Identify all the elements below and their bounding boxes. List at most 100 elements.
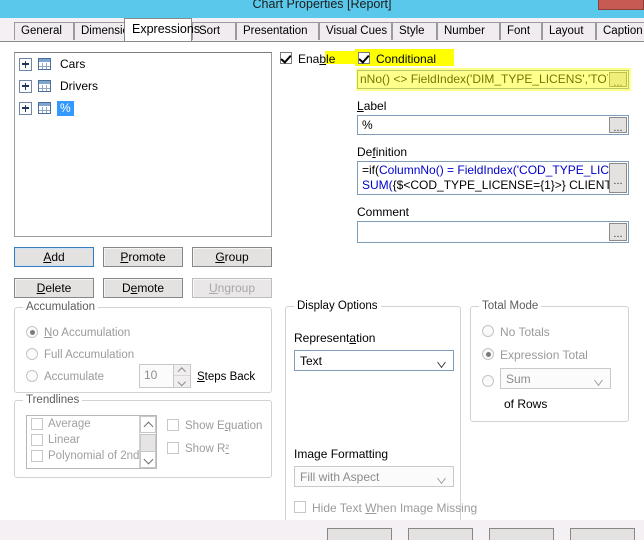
chevron-down-icon <box>595 377 604 382</box>
display-options-group: Display Options Representation Text Imag… <box>285 300 477 534</box>
label-conditional: Conditional <box>376 52 437 66</box>
demote-button[interactable]: Demote <box>103 278 183 298</box>
promote-button[interactable]: Promote <box>103 247 183 267</box>
stepper-down-icon <box>174 376 190 387</box>
cancel-button[interactable] <box>408 528 473 540</box>
close-icon[interactable] <box>598 0 644 10</box>
label-accumulate: Accumulate <box>44 371 105 383</box>
trendline-checkbox[interactable] <box>31 434 43 446</box>
trendlines-scrollbar[interactable] <box>139 416 156 468</box>
label-show-r2: Show R² <box>185 443 230 455</box>
tree-item-label: Cars <box>60 56 86 71</box>
expand-plus-icon[interactable] <box>19 57 32 71</box>
comment-field[interactable]: ... <box>357 221 629 243</box>
steps-back-value: 10 <box>144 368 158 382</box>
tab-layout[interactable]: Layout <box>542 22 596 40</box>
stepper-buttons <box>173 365 190 387</box>
accumulation-group: Accumulation No Accumulation Full Accumu… <box>14 301 272 393</box>
label-caption-label: Label <box>357 99 387 113</box>
tree-item-percent[interactable]: % <box>15 97 271 119</box>
tab-caption[interactable]: Caption <box>596 22 644 40</box>
tab-font[interactable]: Font <box>500 22 542 40</box>
radio-aggregation <box>482 375 494 387</box>
expression-tree[interactable]: Cars Drivers % <box>14 52 272 237</box>
definition-line1-body: ColumnNo() = FieldIndex('COD_TYPE_LIC <box>379 163 610 177</box>
title-bar: Chart Properties [Report] <box>0 0 644 18</box>
list-item[interactable]: Average <box>27 416 156 432</box>
group-button[interactable]: Group <box>192 247 272 267</box>
definition-ellipsis-button[interactable]: ... <box>609 163 627 193</box>
definition-line2-body: {$<COD_TYPE_LICENSE={1}>} CLIENT <box>392 178 612 192</box>
radio-expression-total <box>482 348 494 360</box>
expressions-page: Cars Drivers % Add Promote Group Delete … <box>0 41 644 534</box>
enable-checkbox[interactable] <box>280 52 292 64</box>
label-expression-total: Expression Total <box>500 348 588 362</box>
add-button[interactable]: Add <box>14 247 94 267</box>
trendlines-group-label: Trendlines <box>23 394 83 406</box>
comment-ellipsis-button[interactable]: ... <box>609 223 627 241</box>
label-ellipsis-button[interactable]: ... <box>609 117 627 134</box>
label-no-totals: No Totals <box>500 325 550 339</box>
scroll-down-icon[interactable] <box>140 451 156 468</box>
label-field[interactable]: % ... <box>357 115 629 135</box>
trendlines-list[interactable]: Average Linear Polynomial of 2nd d <box>26 415 157 469</box>
apply-button[interactable] <box>489 528 554 540</box>
total-mode-group: Total Mode No Totals Expression Total Su… <box>470 300 629 422</box>
radio-accumulate <box>26 370 38 382</box>
label-field-value: % <box>362 118 373 132</box>
tree-item-cars[interactable]: Cars <box>15 53 271 75</box>
tab-visual-cues[interactable]: Visual Cues <box>319 22 392 40</box>
label-representation: Representation <box>294 331 376 345</box>
trendline-label: Linear <box>48 434 80 446</box>
label-show-equation: Show Equation <box>185 420 263 432</box>
display-options-group-label: Display Options <box>294 300 381 312</box>
tab-number[interactable]: Number <box>437 22 500 40</box>
tree-item-label-selected: % <box>57 100 74 116</box>
tab-expressions[interactable]: Expressions <box>124 18 200 41</box>
chart-properties-dialog: Chart Properties [Report] General Dimens… <box>0 0 644 540</box>
conditional-expression-field[interactable]: nNo() <> FieldIndex('DIM_TYPE_LICENS','T… <box>357 70 629 89</box>
representation-dropdown[interactable]: Text <box>294 350 454 371</box>
delete-button[interactable]: Delete <box>14 278 94 298</box>
tab-presentation[interactable]: Presentation <box>236 22 319 40</box>
radio-full-accumulation <box>26 348 38 360</box>
tab-general[interactable]: General <box>14 22 74 40</box>
aggregation-value: Sum <box>506 372 531 386</box>
show-r2-checkbox <box>167 442 179 454</box>
tree-item-label: Drivers <box>60 78 98 93</box>
trendline-checkbox[interactable] <box>31 450 43 462</box>
help-button[interactable] <box>570 528 635 540</box>
accumulation-group-label: Accumulation <box>23 301 99 313</box>
list-item[interactable]: Polynomial of 2nd d <box>27 448 156 464</box>
label-of-rows: of Rows <box>504 397 548 411</box>
conditional-ellipsis-button[interactable]: ... <box>609 72 627 89</box>
ok-button[interactable] <box>327 528 392 540</box>
stepper-up-icon <box>174 365 190 376</box>
expand-plus-icon[interactable] <box>19 79 32 93</box>
expand-plus-icon[interactable] <box>19 101 32 115</box>
label-hide-text: Hide Text When Image Missing <box>312 501 478 515</box>
conditional-checkbox[interactable] <box>358 52 370 64</box>
definition-line2-prefix: SUM( <box>362 178 393 192</box>
table-icon <box>38 80 51 92</box>
chevron-down-icon <box>438 359 447 364</box>
representation-value: Text <box>300 354 323 368</box>
label-full-accumulation: Full Accumulation <box>44 349 135 361</box>
ungroup-button: Ungroup <box>192 278 272 298</box>
scroll-up-icon[interactable] <box>140 416 156 433</box>
radio-no-totals <box>482 325 494 337</box>
tab-strip: General Dimensions Expressions Sort Pres… <box>0 18 644 41</box>
definition-field[interactable]: =if(ColumnNo() = FieldIndex('COD_TYPE_LI… <box>357 161 629 195</box>
tab-style[interactable]: Style <box>392 22 437 40</box>
list-item[interactable]: Linear <box>27 432 156 448</box>
hide-text-checkbox <box>294 501 306 513</box>
label-image-formatting: Image Formatting <box>294 447 389 461</box>
steps-back-stepper: 10 <box>139 364 191 388</box>
show-equation-checkbox <box>167 419 179 431</box>
comment-caption-label: Comment <box>357 205 410 219</box>
tree-item-drivers[interactable]: Drivers <box>15 75 271 97</box>
chevron-down-icon <box>438 475 447 480</box>
trendline-checkbox[interactable] <box>31 418 43 430</box>
conditional-expression-value: nNo() <> FieldIndex('DIM_TYPE_LICENS','T… <box>360 72 608 86</box>
label-enable: Enable <box>298 52 336 66</box>
